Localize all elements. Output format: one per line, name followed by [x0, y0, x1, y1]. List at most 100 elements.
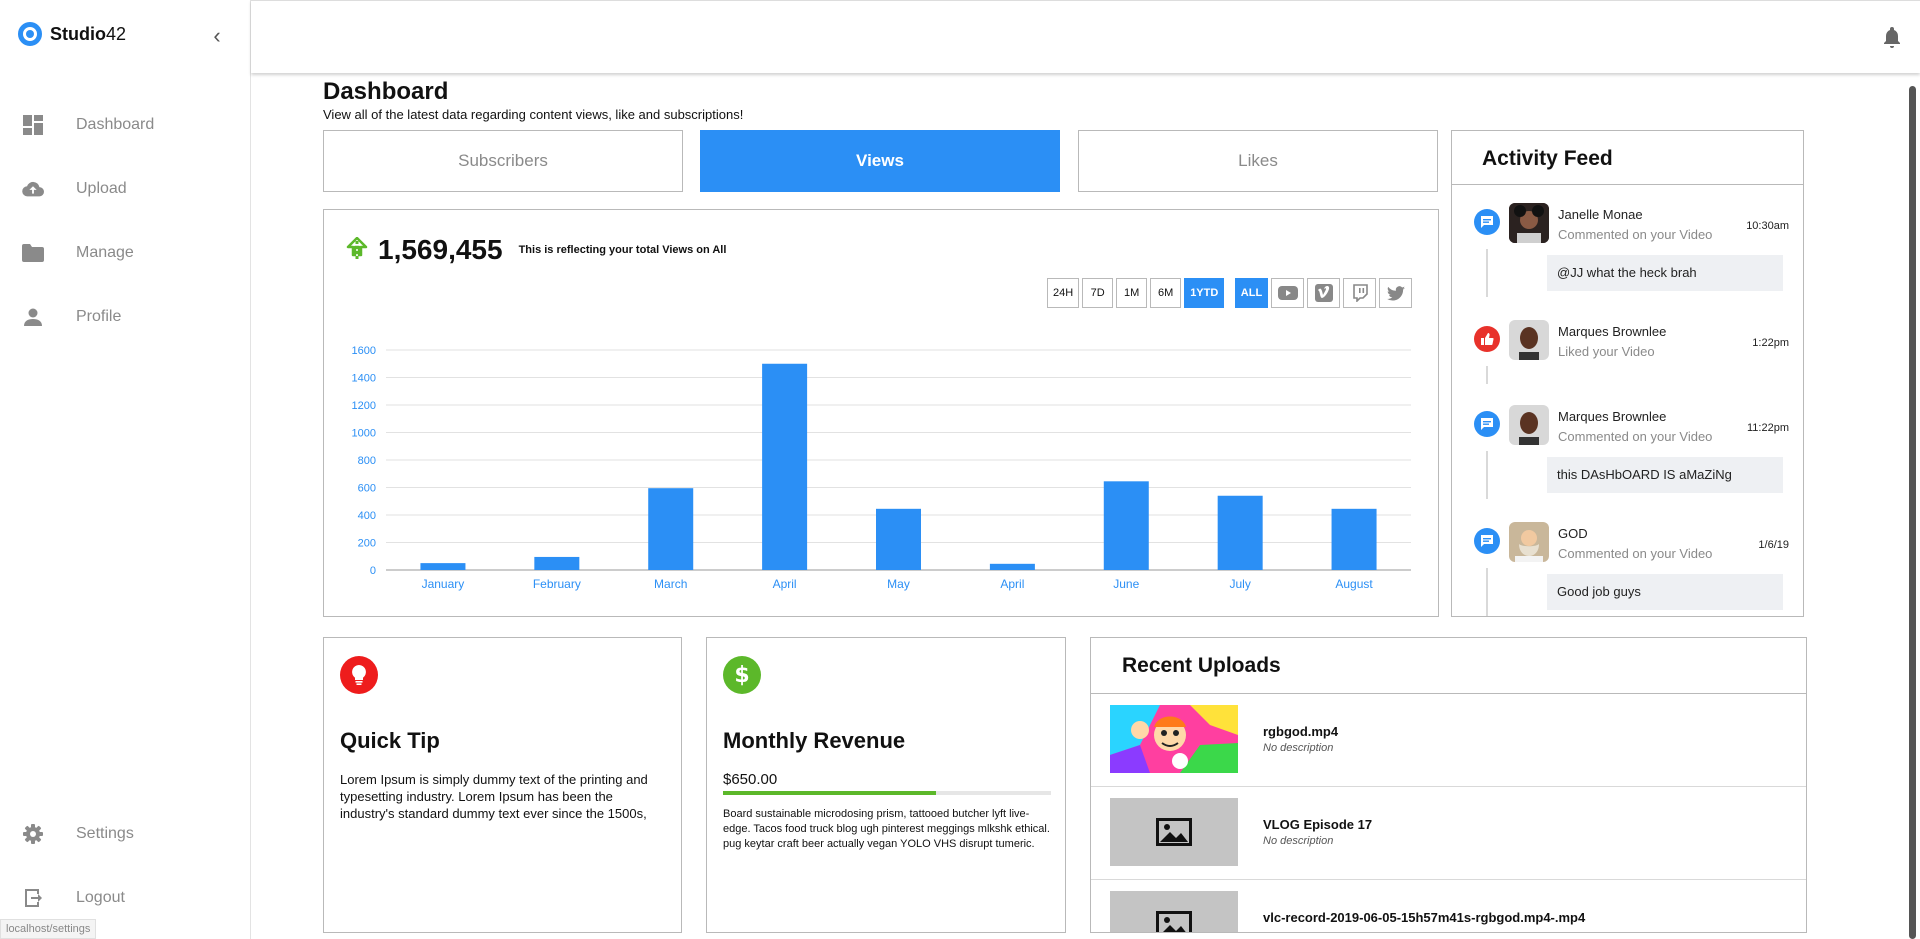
recent-uploads-title: Recent Uploads — [1091, 638, 1806, 694]
gear-icon — [22, 823, 44, 845]
sidebar-item-manage[interactable]: Manage — [0, 221, 250, 285]
quick-tip-title: Quick Tip — [340, 728, 440, 753]
x-tick-label: April — [773, 577, 797, 591]
y-tick-label: 200 — [358, 538, 376, 550]
video-thumbnail[interactable] — [1110, 798, 1238, 866]
monthly-revenue-text: Board sustainable microdosing prism, tat… — [723, 808, 1050, 850]
arrow-up-icon — [346, 236, 368, 263]
y-tick-label: 0 — [370, 565, 376, 577]
revenue-progress-bar — [723, 791, 1051, 795]
feed-comment: Good job guys — [1547, 574, 1783, 610]
brand-name-bold: Studio — [50, 23, 106, 44]
x-tick-label: February — [533, 577, 581, 591]
page-scrollbar[interactable] — [1909, 86, 1916, 939]
sidebar-item-dashboard[interactable]: Dashboard — [0, 93, 250, 157]
page-subtitle: View all of the latest data regarding co… — [323, 107, 744, 122]
feed-time: 10:30am — [1746, 220, 1789, 232]
bar-february-1[interactable] — [534, 556, 580, 570]
feed-connector — [1486, 249, 1488, 297]
source-button-all[interactable]: ALL — [1235, 278, 1268, 308]
feed-connector — [1486, 568, 1488, 616]
upload-name[interactable]: rgbgod.mp4 — [1263, 724, 1338, 739]
comment-icon — [1474, 209, 1500, 235]
feed-connector — [1486, 451, 1488, 499]
y-tick-label: 1600 — [352, 345, 376, 357]
monthly-revenue-title: Monthly Revenue — [723, 728, 906, 753]
upload-name[interactable]: vlc-record-2019-06-05-15h57m41s-rgbgod.m… — [1263, 910, 1585, 925]
source-button-youtube[interactable] — [1271, 278, 1304, 308]
avatar — [1509, 522, 1549, 562]
brand-name: Studio42 — [50, 24, 126, 45]
avatar — [1509, 203, 1549, 243]
dashboard-icon — [22, 114, 44, 136]
monthly-revenue-card: $ Monthly Revenue $650.00 Board sustaina… — [706, 637, 1066, 933]
page-title: Dashboard — [323, 78, 449, 105]
video-thumbnail[interactable] — [1110, 891, 1238, 932]
bar-march-2[interactable] — [648, 488, 694, 570]
video-thumbnail[interactable] — [1110, 705, 1238, 773]
bar-august-8[interactable] — [1331, 508, 1377, 570]
feed-user-name: Janelle Monae — [1558, 207, 1643, 222]
total-views-summary: 1,569,455 This is reflecting your total … — [346, 234, 726, 266]
range-button-6m[interactable]: 6M — [1150, 278, 1182, 308]
activity-feed-list: Janelle Monae Commented on your Video 10… — [1452, 185, 1803, 616]
list-item[interactable]: rgbgod.mp4 No description — [1091, 694, 1806, 787]
source-button-twitch[interactable] — [1343, 278, 1376, 308]
image-placeholder-icon — [1156, 911, 1192, 932]
feed-action: Liked your Video — [1558, 344, 1655, 359]
y-tick-label: 1400 — [352, 373, 376, 385]
bar-april-5[interactable] — [989, 563, 1035, 570]
y-tick-label: 600 — [358, 483, 376, 495]
sidebar-item-settings[interactable]: Settings — [0, 802, 250, 866]
views-chart-card: 1,569,455 This is reflecting your total … — [323, 209, 1439, 617]
avatar — [1509, 405, 1549, 445]
quick-tip-card: Quick Tip Lorem Ipsum is simply dummy te… — [323, 637, 682, 933]
source-button-twitter[interactable] — [1379, 278, 1412, 308]
sidebar-item-label: Upload — [76, 180, 127, 197]
brand[interactable]: Studio42 — [18, 22, 126, 46]
source-button-vimeo[interactable] — [1307, 278, 1340, 308]
person-icon — [22, 306, 44, 328]
studio-logo-icon — [18, 22, 42, 46]
list-item[interactable]: vlc-record-2019-06-05-15h57m41s-rgbgod.m… — [1091, 880, 1806, 932]
x-tick-label: June — [1113, 577, 1139, 591]
feed-comment: this DAsHbOARD IS aMaZiNg — [1547, 457, 1783, 493]
y-tick-label: 1200 — [352, 400, 376, 412]
sidebar-item-upload[interactable]: Upload — [0, 157, 250, 221]
twitch-icon — [1352, 284, 1368, 302]
avatar — [1509, 320, 1549, 360]
range-button-24h[interactable]: 24H — [1047, 278, 1080, 308]
sidebar-item-profile[interactable]: Profile — [0, 285, 250, 349]
range-button-7d[interactable]: 7D — [1082, 278, 1114, 308]
brand-name-light: 42 — [106, 23, 127, 44]
range-button-1ytd[interactable]: 1YTD — [1184, 278, 1225, 308]
views-bar-chart: 0 200 400 600 800 1000 1200 1400 1600 January Febr… — [352, 345, 1411, 591]
source-filter-group: ALL — [1235, 278, 1415, 308]
collapse-sidebar-button[interactable]: ‹ — [207, 24, 227, 48]
tab-views[interactable]: Views — [700, 130, 1060, 192]
bar-may-4[interactable] — [876, 508, 921, 570]
feed-comment: @JJ what the heck brah — [1547, 255, 1783, 291]
time-range-group: 24H 7D 1M 6M 1YTD — [1047, 278, 1227, 308]
sidebar-item-label: Dashboard — [76, 116, 155, 133]
bell-icon[interactable] — [1880, 25, 1904, 49]
list-item[interactable]: VLOG Episode 17 No description — [1091, 787, 1806, 880]
upload-name[interactable]: VLOG Episode 17 — [1263, 817, 1372, 832]
x-tick-label: April — [1000, 577, 1024, 591]
bar-january-0[interactable] — [420, 563, 466, 570]
twitter-icon — [1386, 285, 1405, 301]
bar-july-7[interactable] — [1217, 495, 1263, 570]
activity-feed-card: Activity Feed Janelle Monae Commented on… — [1451, 130, 1804, 617]
tab-subscribers[interactable]: Subscribers — [323, 130, 683, 192]
sidebar-item-label: Settings — [76, 825, 134, 842]
tab-likes[interactable]: Likes — [1078, 130, 1438, 192]
lightbulb-icon — [340, 656, 378, 694]
cloud-upload-icon — [22, 178, 44, 200]
bar-april-3[interactable] — [762, 363, 808, 570]
feed-user-name: Marques Brownlee — [1558, 324, 1667, 339]
bar-june-6[interactable] — [1103, 481, 1149, 570]
y-tick-label: 400 — [358, 510, 376, 522]
dollar-icon: $ — [723, 656, 761, 694]
range-button-1m[interactable]: 1M — [1116, 278, 1148, 308]
sidebar-item-label: Manage — [76, 244, 134, 261]
